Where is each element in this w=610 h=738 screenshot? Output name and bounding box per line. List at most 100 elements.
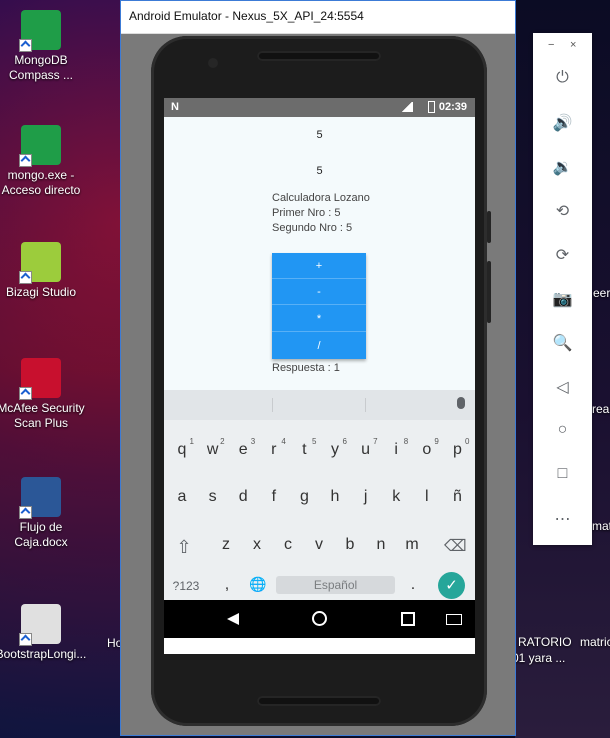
- shortcut-arrow-icon: [19, 506, 32, 519]
- key-l[interactable]: l: [413, 488, 441, 506]
- desktop-shortcut-label: mongo.exe - Acceso directo: [1, 168, 81, 197]
- shortcut-arrow-icon: [19, 39, 32, 52]
- more-icon[interactable]: ⋯: [533, 509, 592, 529]
- shortcut-arrow-icon: [19, 271, 32, 284]
- desktop-shortcut[interactable]: mongo.exe - Acceso directo: [0, 125, 89, 198]
- desktop-shortcut[interactable]: McAfee Security Scan Plus: [0, 358, 89, 431]
- nav-recents-icon[interactable]: [401, 612, 415, 626]
- divider: [272, 304, 366, 305]
- emulator-window[interactable]: Android Emulator - Nexus_5X_API_24:5554 …: [120, 0, 516, 736]
- add-button[interactable]: +: [272, 253, 366, 279]
- key-o[interactable]: o9: [413, 437, 441, 459]
- key-number-hint: 1: [189, 437, 194, 446]
- key-number-hint: 0: [464, 437, 470, 446]
- signal-icon: [401, 102, 413, 112]
- key-f[interactable]: f: [260, 488, 288, 506]
- desktop-shortcut[interactable]: MongoDB Compass ...: [0, 10, 89, 83]
- key-k[interactable]: k: [382, 488, 410, 506]
- close-button[interactable]: ×: [570, 39, 576, 51]
- minimize-button[interactable]: −: [548, 39, 554, 51]
- side-power-button: [487, 211, 491, 243]
- soft-keyboard[interactable]: q1w2e3r4t5y6u7i8o9p0 asdfghjklñ zxcvbnm …: [164, 390, 475, 600]
- key-u[interactable]: u7: [352, 437, 380, 459]
- back-icon[interactable]: ◁: [533, 377, 592, 397]
- home-icon[interactable]: ○: [533, 421, 592, 439]
- shift-icon[interactable]: ⇧: [174, 537, 194, 558]
- enter-check-icon[interactable]: ✓: [438, 572, 465, 599]
- status-time: 02:39: [438, 101, 467, 113]
- phone-screen[interactable]: N 02:39 5 5 Calculadora Lozano Primer Nr…: [164, 98, 475, 654]
- subtract-button[interactable]: -: [272, 279, 366, 305]
- key-number-hint: 5: [311, 437, 317, 446]
- key-q[interactable]: q1: [168, 437, 196, 459]
- key-number-hint: 4: [281, 437, 286, 446]
- key-n[interactable]: n: [367, 536, 395, 554]
- divide-button[interactable]: /: [272, 333, 366, 359]
- overview-icon[interactable]: □: [533, 465, 592, 483]
- phone-frame: N 02:39 5 5 Calculadora Lozano Primer Nr…: [151, 36, 491, 726]
- rotate-left-icon[interactable]: ⟲: [533, 201, 592, 221]
- side-volume-button: [487, 261, 491, 323]
- desktop-shortcut[interactable]: Flujo de Caja.docx: [0, 477, 89, 550]
- multiply-button-label: *: [316, 313, 322, 325]
- suggestion-divider: [365, 398, 366, 412]
- power-icon[interactable]: ⏻: [533, 69, 592, 87]
- app-icon: [19, 242, 61, 284]
- key-d[interactable]: d: [229, 488, 257, 506]
- key-p[interactable]: p0: [443, 437, 471, 459]
- status-bar: N 02:39: [164, 98, 475, 117]
- key-w[interactable]: w2: [199, 437, 227, 459]
- key-j[interactable]: j: [352, 488, 380, 506]
- camera-icon[interactable]: 📷: [533, 289, 592, 309]
- key-b[interactable]: b: [336, 536, 364, 554]
- nav-home-icon[interactable]: [312, 611, 327, 626]
- suggestion-strip[interactable]: [164, 390, 475, 420]
- key-a[interactable]: a: [168, 488, 196, 506]
- shortcut-arrow-icon: [19, 387, 32, 400]
- number1-field[interactable]: 5: [164, 129, 475, 141]
- backspace-icon[interactable]: ⌫: [444, 536, 467, 556]
- suggestion-divider: [272, 398, 273, 412]
- emulator-titlebar[interactable]: Android Emulator - Nexus_5X_API_24:5554: [121, 1, 515, 34]
- desktop-shortcut-label: McAfee Security Scan Plus: [0, 401, 85, 430]
- emulator-title: Android Emulator - Nexus_5X_API_24:5554: [129, 9, 364, 23]
- key-r[interactable]: r4: [260, 437, 288, 459]
- globe-icon[interactable]: 🌐: [249, 576, 266, 593]
- microphone-icon[interactable]: [457, 397, 465, 409]
- key-e[interactable]: e3: [229, 437, 257, 459]
- key-s[interactable]: s: [199, 488, 227, 506]
- key-c[interactable]: c: [274, 536, 302, 554]
- shortcut-arrow-icon: [19, 154, 32, 167]
- rotate-right-icon[interactable]: ⟳: [533, 245, 592, 265]
- key-number-hint: 6: [342, 437, 347, 446]
- key-i[interactable]: i8: [382, 437, 410, 459]
- key-h[interactable]: h: [321, 488, 349, 506]
- key-y[interactable]: y6: [321, 437, 349, 459]
- nav-back-icon[interactable]: [227, 613, 239, 625]
- keyboard-switch-icon[interactable]: [446, 614, 462, 625]
- multiply-button[interactable]: *: [272, 306, 366, 332]
- operation-buttons: + - * /: [272, 253, 366, 359]
- comma-key[interactable]: ,: [221, 576, 233, 594]
- key-t[interactable]: t5: [290, 437, 318, 459]
- app-icon: [19, 477, 61, 519]
- desktop-shortcut[interactable]: BootstrapLongi...: [0, 604, 89, 662]
- desktop-shortcut[interactable]: Bizagi Studio: [0, 242, 89, 300]
- desktop-shortcut-label: BootstrapLongi...: [0, 647, 87, 661]
- period-key[interactable]: .: [408, 576, 418, 594]
- key-v[interactable]: v: [305, 536, 333, 554]
- key-ñ[interactable]: ñ: [443, 488, 471, 506]
- app-icon: [19, 125, 61, 167]
- key-number-hint: 2: [220, 437, 225, 446]
- key-z[interactable]: z: [212, 536, 240, 554]
- key-g[interactable]: g: [290, 488, 318, 506]
- key-m[interactable]: m: [398, 536, 426, 554]
- space-key[interactable]: Español: [276, 576, 395, 594]
- key-x[interactable]: x: [243, 536, 271, 554]
- result-label: Respuesta : 1: [272, 362, 340, 374]
- zoom-icon[interactable]: 🔍: [533, 333, 592, 353]
- symbols-key[interactable]: ?123: [171, 579, 201, 593]
- volume-up-icon[interactable]: 🔊: [533, 113, 592, 133]
- volume-down-icon[interactable]: 🔉: [533, 157, 592, 177]
- number2-field[interactable]: 5: [164, 165, 475, 177]
